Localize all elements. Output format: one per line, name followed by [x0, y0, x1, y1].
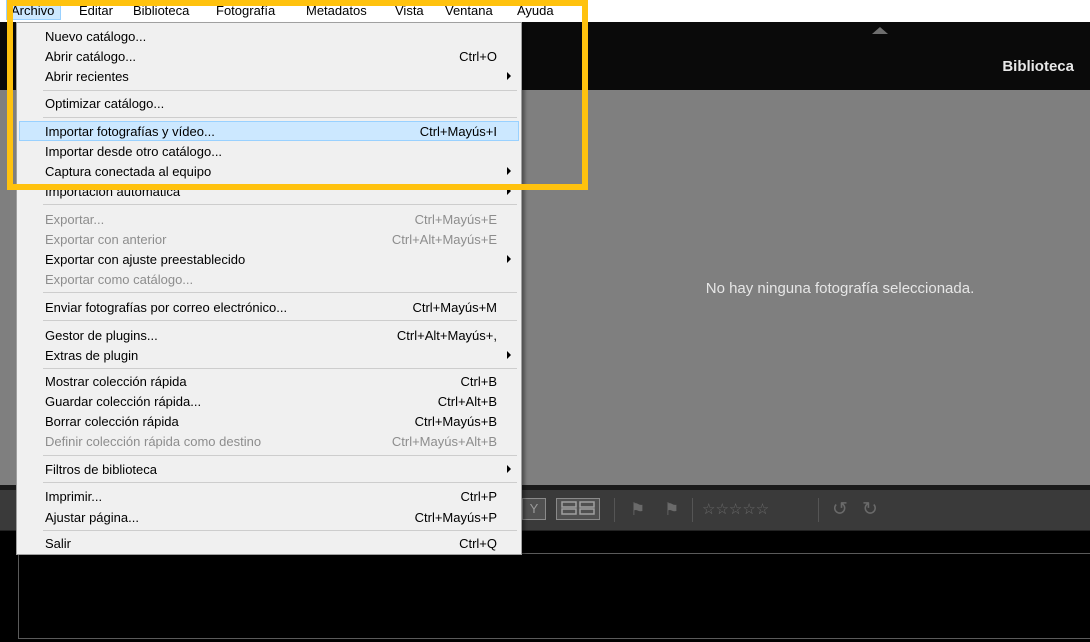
- menu-item-shortcut: Ctrl+Mayús+M: [412, 300, 497, 315]
- menu-item-exportar-con-anterior[interactable]: Exportar con anterior Ctrl+Alt+Mayús+E: [19, 229, 519, 249]
- menu-item-ajustar-pagina[interactable]: Ajustar página... Ctrl+Mayús+P: [19, 507, 519, 527]
- menu-item-filtros-biblioteca[interactable]: Filtros de biblioteca: [19, 459, 519, 479]
- menu-separator: [43, 368, 517, 369]
- rotate-left-icon[interactable]: ↺: [832, 498, 848, 521]
- collapse-top-panel-icon[interactable]: [872, 27, 888, 34]
- menu-item-exportar-como-catalogo[interactable]: Exportar como catálogo...: [19, 269, 519, 289]
- submenu-arrow-icon: [507, 465, 511, 473]
- menu-item-enviar-correo[interactable]: Enviar fotografías por correo electrónic…: [19, 297, 519, 317]
- empty-selection-message: No hay ninguna fotografía seleccionada.: [705, 280, 975, 297]
- flag-pick-icon[interactable]: ⚑: [630, 500, 645, 520]
- menu-item-label: Filtros de biblioteca: [45, 462, 157, 477]
- survey-view-button[interactable]: Y: [522, 498, 546, 520]
- menu-item-shortcut: Ctrl+B: [460, 374, 497, 389]
- menu-item-shortcut: Ctrl+Alt+Mayús+,: [396, 328, 497, 343]
- menu-item-label: Gestor de plugins...: [45, 328, 158, 343]
- rotate-right-icon[interactable]: ↻: [862, 498, 878, 521]
- menu-item-label: Mostrar colección rápida: [45, 374, 187, 389]
- menu-item-exportar[interactable]: Exportar... Ctrl+Mayús+E: [19, 209, 519, 229]
- menu-item-exportar-ajuste-preestablecido[interactable]: Exportar con ajuste preestablecido: [19, 249, 519, 269]
- menu-item-shortcut: Ctrl+Q: [459, 536, 497, 551]
- annotation-highlight-box: [7, 0, 588, 190]
- menu-separator: [43, 482, 517, 483]
- menu-item-shortcut: Ctrl+Mayús+E: [414, 212, 497, 227]
- menu-item-extras-plugin[interactable]: Extras de plugin: [19, 345, 519, 365]
- menu-item-imprimir[interactable]: Imprimir... Ctrl+P: [19, 486, 519, 506]
- menu-item-label: Exportar como catálogo...: [45, 272, 194, 287]
- menu-item-shortcut: Ctrl+Mayús+B: [414, 414, 497, 429]
- menu-item-label: Definir colección rápida como destino: [45, 434, 262, 449]
- filmstrip[interactable]: [18, 553, 1090, 639]
- menu-item-label: Imprimir...: [45, 489, 103, 504]
- menu-item-label: Borrar colección rápida: [45, 414, 179, 429]
- menu-separator: [43, 204, 517, 205]
- menu-separator: [43, 320, 517, 321]
- menu-item-label: Salir: [45, 536, 72, 551]
- toolbar-divider: [614, 498, 615, 522]
- menu-item-label: Extras de plugin: [45, 348, 139, 363]
- menu-separator: [43, 530, 517, 531]
- flag-reject-icon[interactable]: ⚑: [664, 500, 679, 520]
- menu-item-borrar-coleccion-rapida[interactable]: Borrar colección rápida Ctrl+Mayús+B: [19, 411, 519, 431]
- submenu-arrow-icon: [507, 351, 511, 359]
- menu-item-definir-coleccion-destino[interactable]: Definir colección rápida como destino Ct…: [19, 431, 519, 451]
- menu-item-label: Exportar con ajuste preestablecido: [45, 252, 246, 267]
- menu-item-label: Exportar...: [45, 212, 105, 227]
- menu-separator: [43, 292, 517, 293]
- menu-item-label: Exportar con anterior: [45, 232, 167, 247]
- menu-item-gestor-plugins[interactable]: Gestor de plugins... Ctrl+Alt+Mayús+,: [19, 325, 519, 345]
- menu-item-shortcut: Ctrl+Mayús+Alt+B: [391, 434, 497, 449]
- menu-item-shortcut: Ctrl+Alt+Mayús+E: [391, 232, 497, 247]
- menu-item-label: Guardar colección rápida...: [45, 394, 202, 409]
- star-rating-icon[interactable]: ☆☆☆☆☆: [702, 500, 769, 518]
- menu-item-guardar-coleccion-rapida[interactable]: Guardar colección rápida... Ctrl+Alt+B: [19, 391, 519, 411]
- menu-item-label: Ajustar página...: [45, 510, 139, 525]
- toolbar-divider: [818, 498, 819, 522]
- menu-item-mostrar-coleccion-rapida[interactable]: Mostrar colección rápida Ctrl+B: [19, 371, 519, 391]
- menu-separator: [43, 455, 517, 456]
- menu-item-shortcut: Ctrl+Alt+B: [437, 394, 497, 409]
- module-title-biblioteca[interactable]: Biblioteca: [1002, 58, 1074, 75]
- submenu-arrow-icon: [507, 255, 511, 263]
- grid-view-icon: [561, 501, 595, 515]
- toolbar-divider: [692, 498, 693, 522]
- menu-item-label: Enviar fotografías por correo electrónic…: [45, 300, 288, 315]
- menu-item-shortcut: Ctrl+P: [460, 489, 497, 504]
- menu-item-shortcut: Ctrl+Mayús+P: [414, 510, 497, 525]
- grid-view-button[interactable]: [556, 498, 600, 520]
- menu-item-salir[interactable]: Salir Ctrl+Q: [19, 533, 519, 553]
